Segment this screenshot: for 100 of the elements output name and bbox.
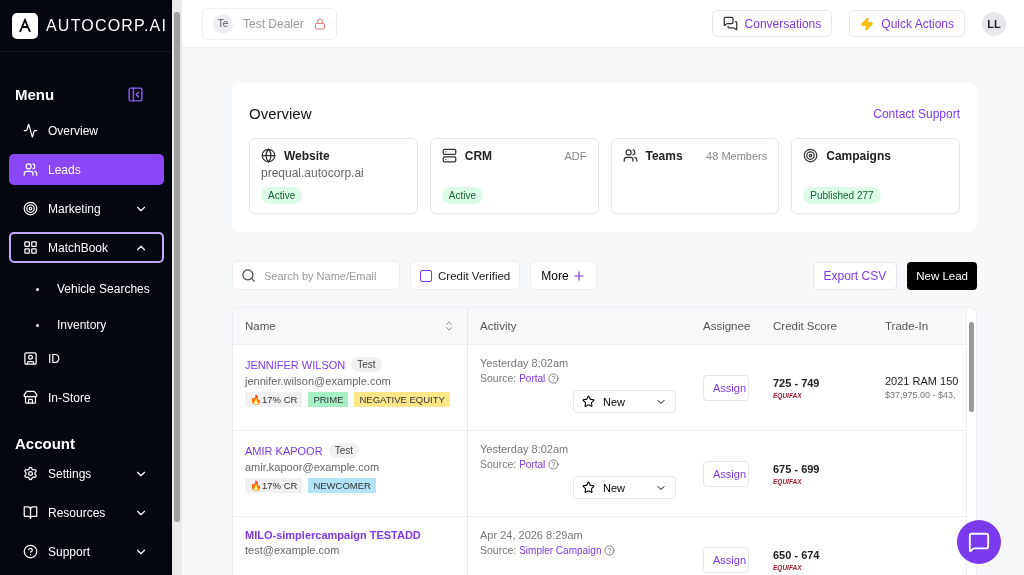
store-icon [23,390,38,405]
activity-time: Apr 24, 2026 8:29am [480,529,584,541]
source-link[interactable]: Simpler Campaign [519,544,602,556]
card-meta: 48 Members [706,149,768,162]
lead-tag: NEWCOMER [308,478,376,493]
status-select[interactable]: New [573,476,676,499]
help-icon [548,372,560,384]
bullet-icon [36,323,39,327]
column-header[interactable]: Activity [468,308,691,345]
users-icon [23,162,38,177]
test-badge: Test [351,357,382,372]
sort-icon [443,320,455,332]
users-icon [622,148,638,163]
credit-score: 725 - 749 [773,376,821,389]
logo-icon [12,12,38,39]
more-button[interactable]: More [530,261,597,290]
source-link[interactable]: Portal [519,458,546,470]
search-field[interactable]: Search by Name/Email [232,261,400,290]
source-label: Source: [480,544,517,556]
target-icon [803,148,819,163]
status-select[interactable]: New [573,390,676,413]
target-icon [23,201,38,216]
star-icon [582,481,595,494]
card-meta: ADF [564,149,587,162]
nav-item[interactable]: Support [9,536,164,567]
lead-tag: 🔥17% CR [245,392,303,407]
nav-item[interactable]: MatchBook [9,232,164,263]
contact-support-link[interactable]: Contact Support [873,106,960,121]
lead-email: jennifer.wilson@example.com [245,375,392,387]
dealer-selector[interactable]: Te Test Dealer [202,7,337,40]
dealer-initials: Te [213,13,233,34]
section-title: Account [14,435,76,452]
scrollbar-thumb[interactable] [969,322,974,412]
activity-icon [23,123,38,138]
lead-email: amir.kapoor@example.com [245,461,381,473]
test-badge: Test [328,443,359,458]
lead-name-link[interactable]: AMIR KAPOOR [245,444,323,457]
column-header[interactable]: Name [233,308,468,345]
activity-time: Yesterday 8:02am [480,443,570,455]
search-icon [241,268,256,283]
column-header[interactable]: Trade-In [873,308,966,345]
card-detail: prequal.autocorp.ai [261,166,365,180]
scrollbar-thumb[interactable] [174,12,180,522]
server-icon [441,148,457,163]
conversations-button[interactable]: Conversations [711,10,833,37]
lead-name-link[interactable]: JENNIFER WILSON [245,358,346,371]
assign-button[interactable]: Assign [703,546,749,573]
credit-score: 650 - 674 [773,548,821,561]
source-label: Source: [480,458,517,470]
user-avatar[interactable]: LL [982,11,1006,36]
nav-item[interactable]: Settings [9,458,164,489]
star-icon [582,395,595,408]
card-title: Website [284,148,331,163]
new-lead-button[interactable]: New Lead [907,261,977,290]
overview-title: Overview [249,105,312,122]
chat-icon [722,16,738,31]
credit-score: 675 - 699 [773,462,821,475]
nav-subitem[interactable]: Inventory [57,318,107,332]
nav-item[interactable]: Marketing [9,193,164,224]
nav-item[interactable]: ID [9,343,164,374]
help-icon [604,544,616,556]
lead-email: test@example.com [245,544,341,556]
nav-item[interactable]: Resources [9,497,164,528]
nav-item[interactable]: In-Store [9,382,164,413]
lead-tag: NEGATIVE EQUITY [354,392,450,407]
lead-name-link[interactable]: MILO-simplercampaign TESTADD [245,529,421,541]
card-title: CRM [464,148,494,163]
brand-name: AUTOCORP.AI [46,16,168,35]
section-title: Menu [15,86,55,103]
status-badge: Active [441,187,483,204]
column-header[interactable]: Credit Score [761,308,873,345]
source-link[interactable]: Portal [519,372,546,384]
id-card-icon [23,351,38,366]
card-title: Teams [645,148,684,163]
quick-actions-button[interactable]: Quick Actions [849,10,965,37]
activity-time: Yesterday 8:02am [480,357,570,369]
credit-verified-checkbox[interactable]: Credit Verified [410,261,521,290]
globe-icon [261,148,276,163]
lightning-icon [860,16,875,31]
source-label: Source: [480,372,517,384]
card-title: Campaigns [826,148,892,163]
help-icon [23,544,38,559]
column-header[interactable]: Assignee [691,308,761,345]
nav-item[interactable]: Overview [9,115,164,146]
lead-tag: PRIME [308,392,349,407]
assign-button[interactable]: Assign [703,460,749,487]
export-csv-button[interactable]: Export CSV [812,261,898,290]
nav-subitem[interactable]: Vehicle Searches [57,282,150,296]
bullet-icon [36,287,39,291]
chat-icon [968,531,990,553]
status-badge: Active [261,187,303,204]
trade-in-value: $37,975.00 - $43, [885,390,954,400]
assign-button[interactable]: Assign [703,374,749,401]
settings-icon [23,466,38,481]
collapse-sidebar-icon[interactable] [127,86,144,103]
nav-item[interactable]: Leads [9,154,164,185]
chat-button[interactable] [957,520,1001,564]
checkbox[interactable] [420,269,432,282]
book-icon [23,505,38,520]
lead-tag: 🔥17% CR [245,478,303,493]
